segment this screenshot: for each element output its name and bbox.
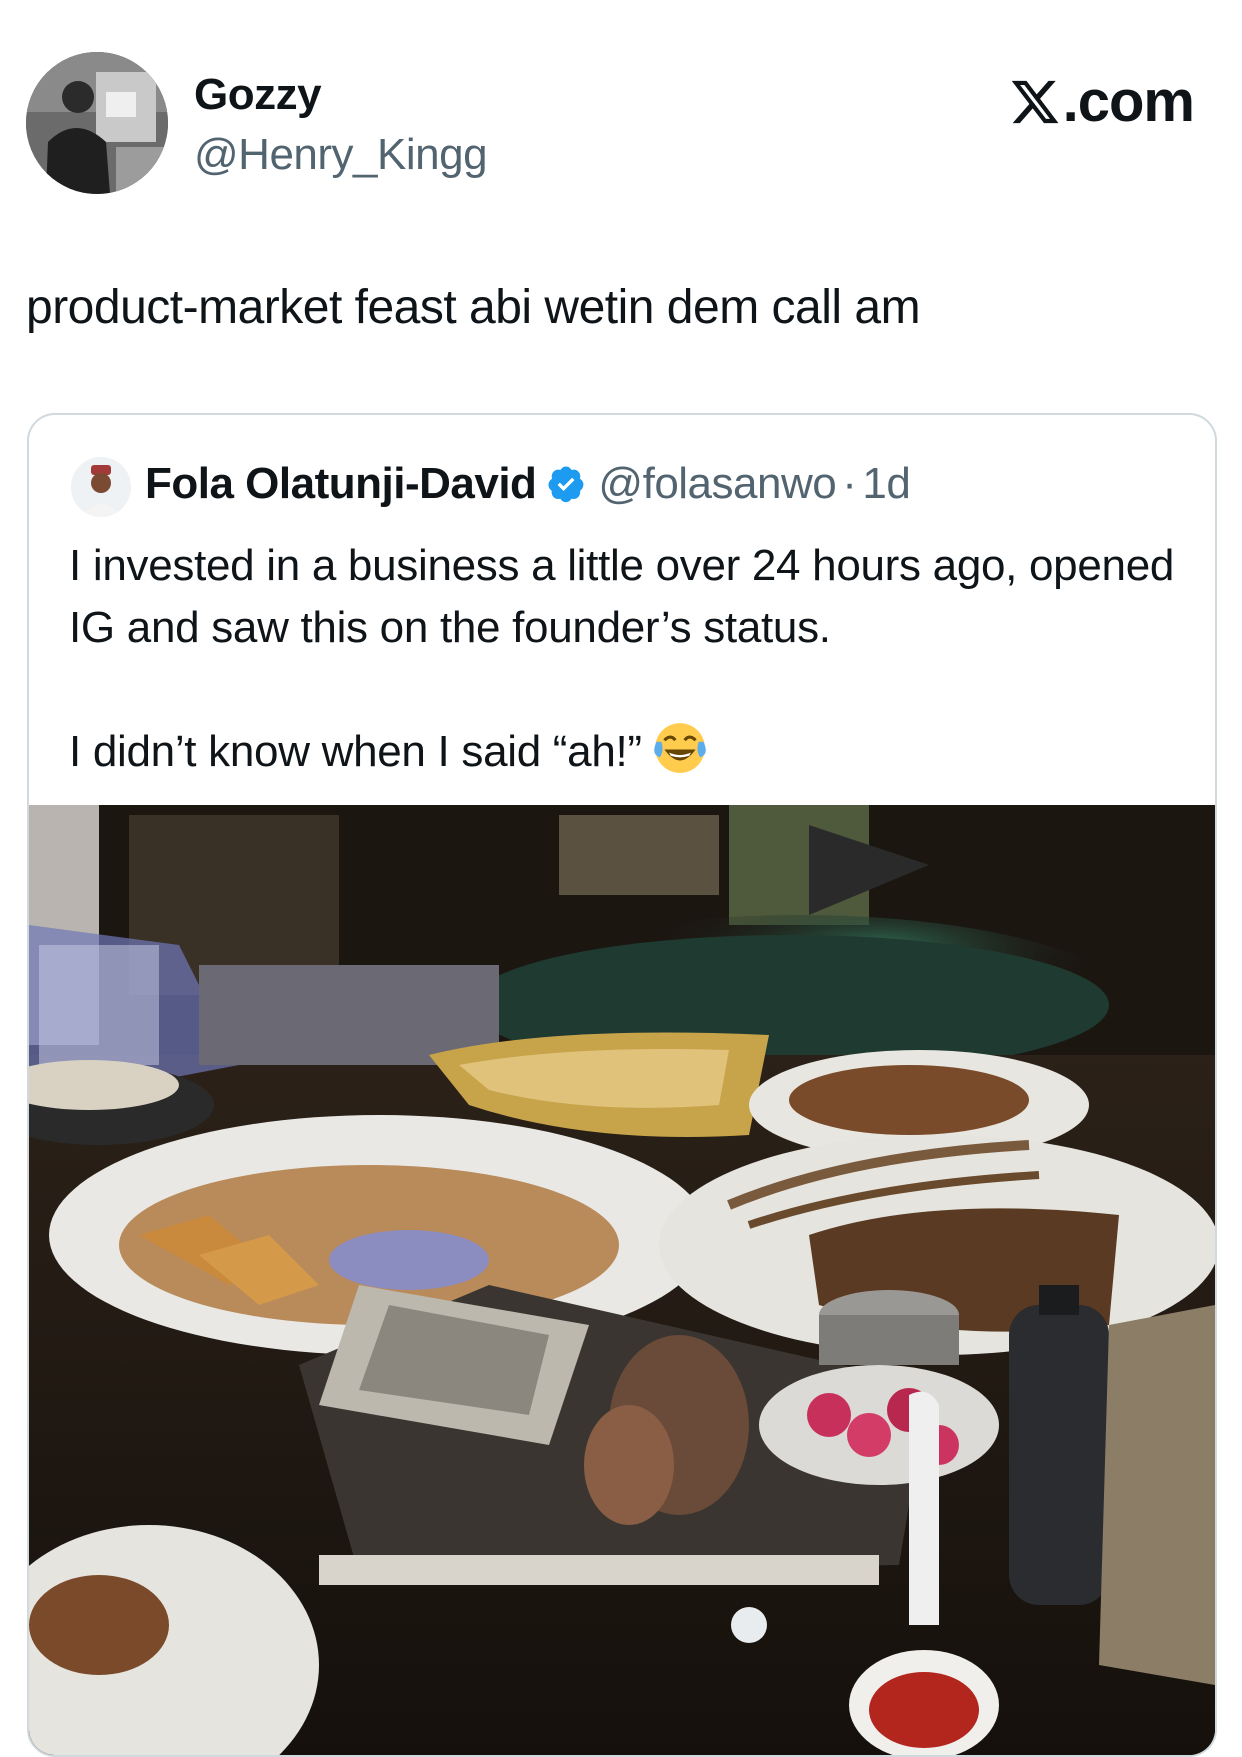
quoted-tweet-line-2: I didn’t know when I said “ah!” xyxy=(69,727,642,776)
quoted-tweet-paragraph-2: I didn’t know when I said “ah!” xyxy=(69,721,1189,783)
tweet-text: product-market feast abi wetin dem call … xyxy=(26,281,921,334)
quoted-tweet-time[interactable]: 1d xyxy=(862,459,910,509)
quoted-author-avatar[interactable] xyxy=(71,457,131,517)
face-with-tears-of-joy-icon xyxy=(653,723,706,774)
author-avatar[interactable] xyxy=(26,52,168,194)
quoted-tweet-paragraph-1: I invested in a business a little over 2… xyxy=(69,541,1175,652)
x-brand-watermark: .com xyxy=(1009,68,1195,135)
quoted-tweet-photo[interactable] xyxy=(29,805,1215,1755)
x-logo-icon xyxy=(1011,80,1059,123)
quoted-tweet-text: I invested in a business a little over 2… xyxy=(69,535,1189,783)
author-name[interactable]: Gozzy xyxy=(194,70,322,120)
photo-of-restaurant-table-with-leftover-food xyxy=(29,805,1215,1755)
profile-photo-icon xyxy=(71,457,131,517)
quoted-tweet-header: Fola Olatunji-David @folasanwo · 1d xyxy=(145,459,911,509)
separator-dot: · xyxy=(842,459,857,508)
brand-text: .com xyxy=(1062,69,1195,134)
verified-badge-icon xyxy=(548,466,584,503)
quoted-author-handle[interactable]: @folasanwo xyxy=(598,459,836,509)
author-handle[interactable]: @Henry_Kingg xyxy=(194,130,488,180)
quoted-tweet-card[interactable]: Fola Olatunji-David @folasanwo · 1d I in… xyxy=(27,413,1217,1757)
profile-photo-icon xyxy=(26,52,168,194)
quoted-author-name[interactable]: Fola Olatunji-David xyxy=(145,459,537,509)
